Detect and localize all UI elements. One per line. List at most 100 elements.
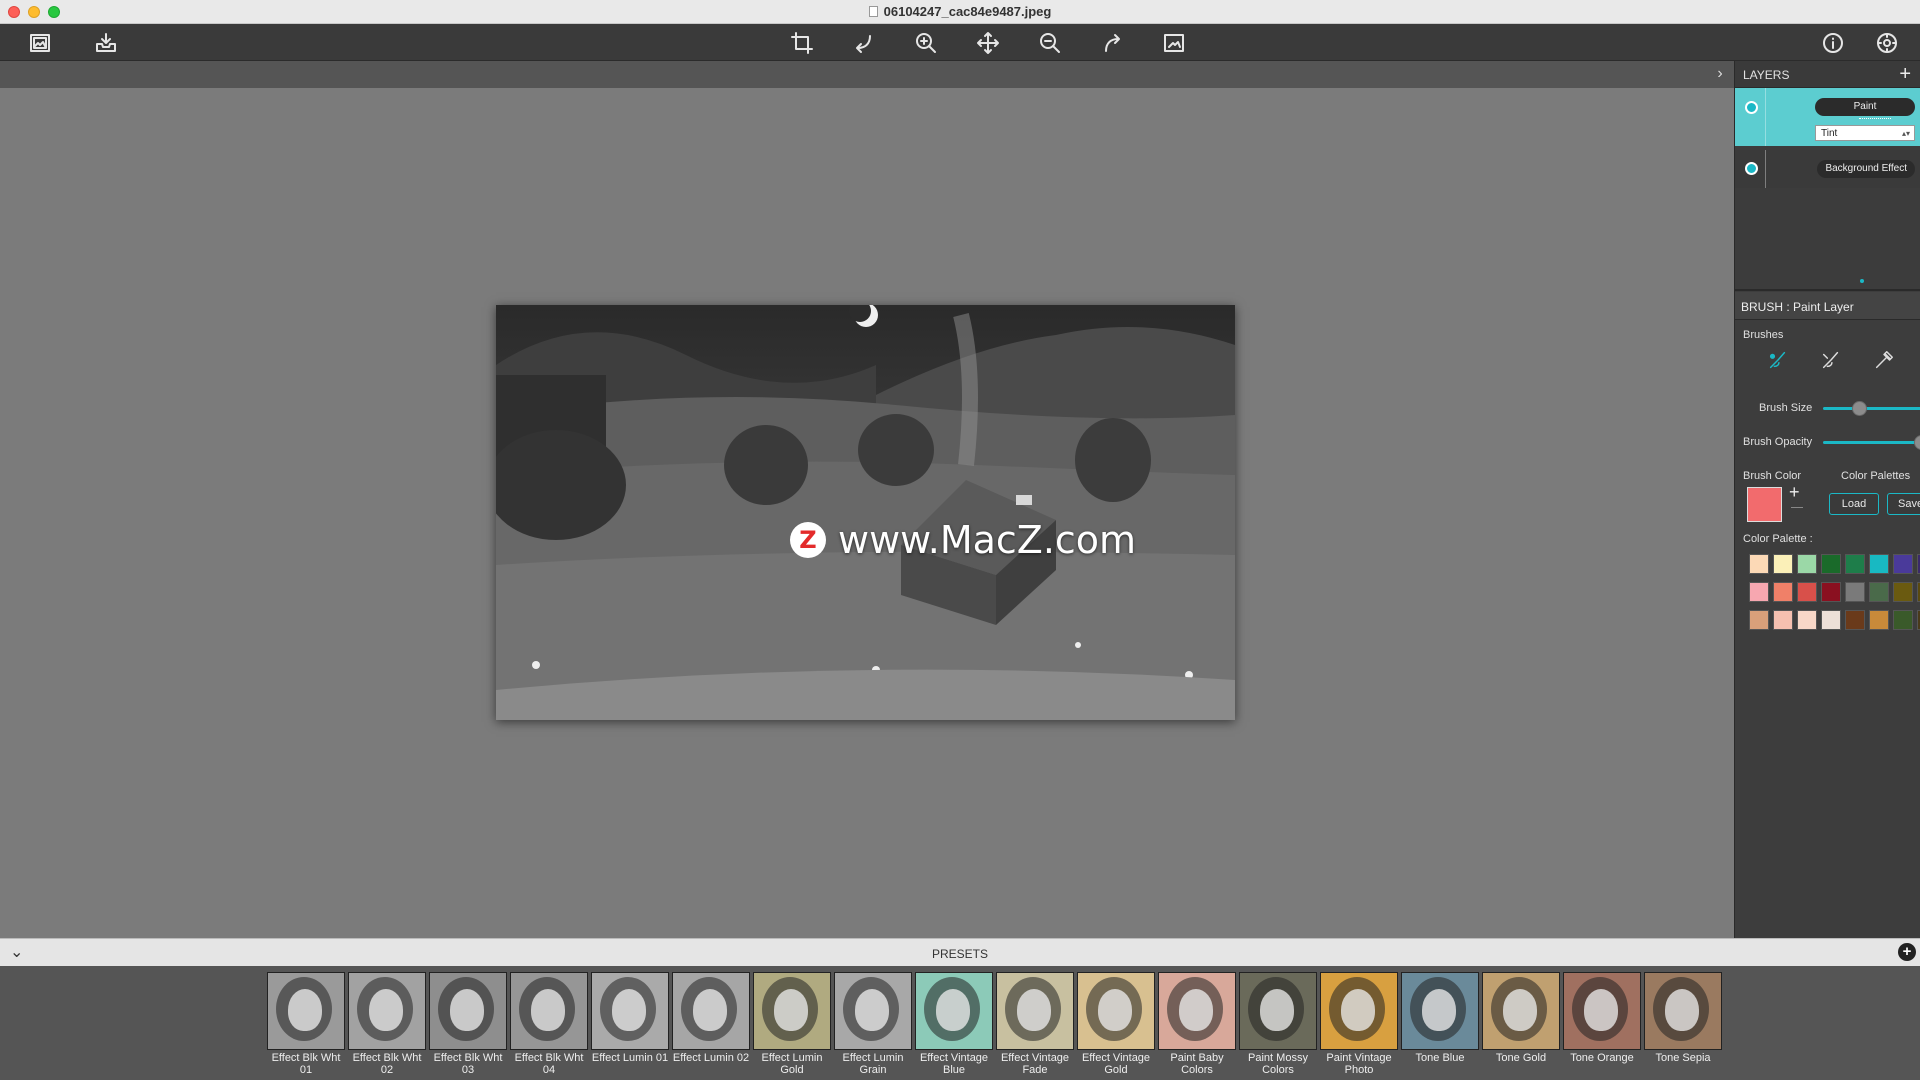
- portrait-face: [1341, 989, 1375, 1031]
- zoom-out-icon: [1040, 33, 1060, 53]
- palette-swatch[interactable]: [1773, 582, 1793, 602]
- save-palette-button[interactable]: Save: [1887, 493, 1920, 515]
- preset-item[interactable]: Effect Blk Wht 03: [429, 972, 507, 1080]
- palette-swatch[interactable]: [1773, 554, 1793, 574]
- palette-swatch[interactable]: [1797, 582, 1817, 602]
- document-title: 06104247_cac84e9487.jpeg: [0, 4, 1920, 19]
- add-preset-button[interactable]: +: [1898, 943, 1916, 961]
- pan-button[interactable]: [973, 28, 1003, 58]
- palette-swatch[interactable]: [1869, 582, 1889, 602]
- preset-item[interactable]: Effect Lumin Grain: [834, 972, 912, 1080]
- preset-label: Effect Vintage Gold: [1081, 1052, 1151, 1076]
- palette-swatch[interactable]: [1893, 554, 1913, 574]
- paint-brush-button[interactable]: [1764, 346, 1792, 374]
- palette-swatch[interactable]: [1749, 554, 1769, 574]
- palette-swatch[interactable]: [1821, 610, 1841, 630]
- brush-opacity-slider[interactable]: [1823, 435, 1920, 450]
- preset-item[interactable]: Tone Orange: [1563, 972, 1641, 1080]
- settings-button[interactable]: [1872, 28, 1902, 58]
- portrait-face: [1422, 989, 1456, 1031]
- palette-swatch[interactable]: [1893, 610, 1913, 630]
- layer-row-background[interactable]: Background Effect: [1735, 150, 1920, 188]
- load-palette-button[interactable]: Load: [1829, 493, 1879, 515]
- night-landscape-image: [496, 305, 1235, 720]
- preset-item[interactable]: Paint Mossy Colors: [1239, 972, 1317, 1080]
- palette-row: [1749, 554, 1920, 574]
- brush-opacity-label: Brush Opacity: [1743, 436, 1813, 448]
- brush-color-swatch[interactable]: [1747, 487, 1782, 522]
- preset-item[interactable]: Tone Sepia: [1644, 972, 1722, 1080]
- palette-swatch[interactable]: [1797, 554, 1817, 574]
- layer-row-paint[interactable]: Paint Tint ▴▾: [1735, 88, 1920, 146]
- gear-icon: [1877, 33, 1897, 53]
- info-button[interactable]: [1818, 28, 1848, 58]
- eyedropper-button[interactable]: [1870, 346, 1898, 374]
- preset-item[interactable]: Paint Vintage Photo: [1320, 972, 1398, 1080]
- redo-button[interactable]: [1097, 28, 1127, 58]
- drag-grip-icon[interactable]: [1859, 118, 1891, 120]
- palette-swatch[interactable]: [1821, 554, 1841, 574]
- preset-thumbnail: [672, 972, 750, 1050]
- remove-color-button[interactable]: [1791, 507, 1803, 508]
- layer-name-button[interactable]: Background Effect: [1817, 160, 1915, 178]
- preset-item[interactable]: Effect Lumin 02: [672, 972, 750, 1080]
- preset-label: Effect Lumin Gold: [761, 1052, 823, 1076]
- preset-item[interactable]: Effect Blk Wht 04: [510, 972, 588, 1080]
- visibility-dot-icon[interactable]: [1745, 162, 1758, 175]
- preset-item[interactable]: Tone Blue: [1401, 972, 1479, 1080]
- zoom-in-icon: [916, 33, 936, 53]
- fit-to-screen-button[interactable]: [1159, 28, 1189, 58]
- portrait-face: [855, 989, 889, 1031]
- preset-item[interactable]: Effect Vintage Fade: [996, 972, 1074, 1080]
- chevron-right-icon[interactable]: ›: [1710, 62, 1730, 86]
- open-image-button[interactable]: [25, 28, 55, 58]
- zoom-in-button[interactable]: [911, 28, 941, 58]
- brush-size-knob[interactable]: [1852, 401, 1868, 416]
- palette-swatch[interactable]: [1845, 554, 1865, 574]
- preset-item[interactable]: Effect Blk Wht 02: [348, 972, 426, 1080]
- preset-item[interactable]: Tone Gold: [1482, 972, 1560, 1080]
- portrait-face: [1098, 989, 1132, 1031]
- palette-swatch[interactable]: [1869, 554, 1889, 574]
- palette-swatch[interactable]: [1821, 582, 1841, 602]
- blend-mode-select[interactable]: Tint ▴▾: [1815, 125, 1915, 141]
- select-arrows-icon: ▴▾: [1901, 129, 1910, 138]
- erase-brush-button[interactable]: [1817, 346, 1845, 374]
- crop-button[interactable]: [787, 28, 817, 58]
- palette-swatch[interactable]: [1869, 610, 1889, 630]
- palette-swatch[interactable]: [1845, 582, 1865, 602]
- preset-thumbnail: [510, 972, 588, 1050]
- layers-title: LAYERS: [1743, 68, 1790, 82]
- palette-swatch[interactable]: [1749, 610, 1769, 630]
- palette-swatch[interactable]: [1845, 610, 1865, 630]
- preset-item[interactable]: Effect Lumin Gold: [753, 972, 831, 1080]
- brush-opacity-knob[interactable]: [1914, 435, 1920, 450]
- palette-swatch[interactable]: [1797, 610, 1817, 630]
- palette-swatch[interactable]: [1893, 582, 1913, 602]
- preset-item[interactable]: Effect Blk Wht 01: [267, 972, 345, 1080]
- layer-name-button[interactable]: Paint: [1815, 98, 1915, 116]
- add-color-button[interactable]: +: [1789, 483, 1800, 501]
- photo-canvas[interactable]: [496, 305, 1235, 720]
- portrait-face: [774, 989, 808, 1031]
- preset-item[interactable]: Effect Vintage Blue: [915, 972, 993, 1080]
- preset-item[interactable]: Effect Lumin 01: [591, 972, 669, 1080]
- panel-splitter-handle[interactable]: [1860, 279, 1864, 283]
- preset-item[interactable]: Effect Vintage Gold: [1077, 972, 1155, 1080]
- preset-item[interactable]: Paint Baby Colors: [1158, 972, 1236, 1080]
- visibility-dot-icon[interactable]: [1745, 101, 1758, 114]
- portrait-face: [450, 989, 484, 1031]
- zoom-out-button[interactable]: [1035, 28, 1065, 58]
- export-button[interactable]: [91, 28, 121, 58]
- redo-arrow-icon: [1105, 34, 1120, 52]
- palette-swatch[interactable]: [1749, 582, 1769, 602]
- preset-label: Paint Mossy Colors: [1248, 1052, 1308, 1076]
- add-layer-button[interactable]: +: [1899, 63, 1911, 85]
- portrait-face: [1017, 989, 1051, 1031]
- palette-swatch[interactable]: [1773, 610, 1793, 630]
- undo-button[interactable]: [849, 28, 879, 58]
- color-palette-grid: [1749, 554, 1920, 638]
- brush-size-slider[interactable]: [1823, 401, 1920, 416]
- layers-list-empty-area: [1735, 188, 1920, 291]
- move-arrows-icon: [977, 32, 999, 54]
